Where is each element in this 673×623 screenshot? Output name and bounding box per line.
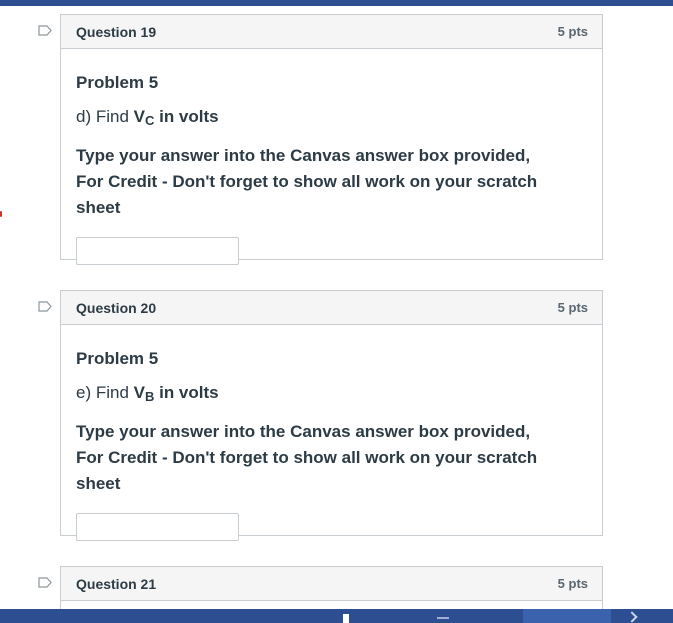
question-title: Question 21	[76, 575, 157, 592]
prompt-prefix: e) Find	[76, 383, 134, 402]
question-title: Question 19	[76, 23, 157, 40]
question-points: 5 pts	[557, 24, 588, 39]
flag-question-icon[interactable]	[38, 25, 52, 36]
answer-input[interactable]	[76, 237, 239, 265]
question-points: 5 pts	[557, 300, 588, 315]
toolbar-button[interactable]	[523, 609, 611, 623]
question-19: Question 19 5 pts Problem 5 d) Find VC i…	[60, 14, 603, 265]
question-points: 5 pts	[557, 576, 588, 591]
flag-question-icon[interactable]	[38, 577, 52, 588]
question-instructions: Type your answer into the Canvas answer …	[76, 146, 538, 217]
question-header: Question 21 5 pts	[61, 567, 602, 601]
question-20: Question 20 5 pts Problem 5 e) Find VB i…	[60, 290, 603, 541]
variable-symbol: V	[133, 107, 145, 126]
question-title: Question 20	[76, 299, 157, 316]
prompt-prefix: d) Find	[76, 107, 134, 126]
question-header: Question 19 5 pts	[61, 15, 602, 49]
variable-symbol: V	[133, 383, 145, 402]
prompt-suffix: in volts	[154, 107, 219, 126]
variable-subscript: C	[144, 113, 155, 128]
problem-label: Problem 5	[76, 349, 159, 368]
problem-label: Problem 5	[76, 73, 159, 92]
question-body: Problem 5 e) Find VB in volts Type your …	[61, 325, 602, 561]
question-header: Question 20 5 pts	[61, 291, 602, 325]
question-prompt: d) Find VC in volts	[76, 105, 587, 133]
bottom-toolbar	[0, 609, 673, 623]
top-bar	[0, 0, 673, 6]
prompt-suffix: in volts	[154, 383, 219, 402]
question-prompt: e) Find VB in volts	[76, 381, 587, 409]
question-21: Question 21 5 pts	[60, 566, 603, 609]
toolbar-icon[interactable]	[343, 614, 349, 623]
question-body: Problem 5 d) Find VC in volts Type your …	[61, 49, 602, 285]
toolbar-divider	[437, 617, 449, 619]
flag-question-icon[interactable]	[38, 301, 52, 312]
left-indicator	[0, 211, 2, 217]
question-instructions: Type your answer into the Canvas answer …	[76, 422, 538, 493]
variable-subscript: B	[144, 389, 155, 404]
answer-input[interactable]	[76, 513, 239, 541]
chevron-right-icon[interactable]	[626, 611, 638, 623]
